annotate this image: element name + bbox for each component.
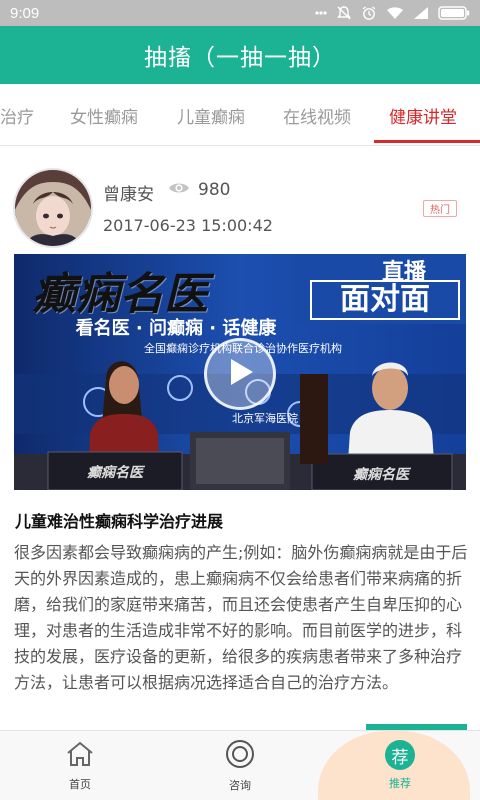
video-bottom-line: 北京军海医院 — [232, 412, 298, 425]
author-name: 曾康安 — [103, 185, 154, 205]
video-big-title: 癫痫名医 — [32, 269, 208, 320]
nav-recommend[interactable]: 荐 推荐 — [320, 731, 480, 800]
nav-consult[interactable]: 咨询 — [160, 731, 320, 800]
tab-child-epilepsy[interactable]: 儿童癫痫 — [177, 84, 245, 145]
alarm-icon — [361, 5, 377, 21]
category-tabs: 治疗 女性癫痫 儿童癫痫 在线视频 健康讲堂 — [0, 84, 480, 146]
battery-icon — [438, 6, 470, 20]
bottom-nav: 首页 咨询 荐 推荐 — [0, 730, 480, 800]
video-tag-bottom: 面对面 — [310, 280, 460, 320]
wifi-icon — [386, 6, 404, 20]
app-header: 抽搐（一抽一抽） — [0, 26, 480, 84]
view-count-value: 980 — [198, 180, 231, 200]
video-thumbnail[interactable]: 癫痫名医 直播 面对面 看名医 · 问癫痫 · 话健康 全国癫痫诊疗机构联合诊治… — [14, 254, 466, 490]
nav-home[interactable]: 首页 — [0, 731, 160, 800]
home-icon — [65, 740, 95, 771]
play-button[interactable] — [204, 338, 276, 410]
video-org-line: 全国癫痫诊疗机构联合诊治协作医疗机构 — [144, 342, 342, 355]
eye-icon — [168, 180, 190, 200]
post-excerpt: 很多因素都会导致癫痫病的产生;例如：脑外伤癫痫病就是由于后天的外界因素造成的，患… — [14, 543, 468, 692]
status-time: 9:09 — [10, 4, 40, 22]
cellular-icon — [413, 6, 429, 20]
tab-treatment[interactable]: 治疗 — [0, 84, 34, 145]
desk-sign-left: 癫痫名医 — [87, 465, 143, 481]
view-count: 980 — [168, 180, 230, 200]
tab-health-lecture[interactable]: 健康讲堂 — [389, 84, 457, 145]
desk-sign-right: 癫痫名医 — [353, 467, 409, 483]
video-sub-title: 看名医 · 问癫痫 · 话健康 — [75, 318, 277, 339]
status-bar: 9:09 — [0, 0, 480, 26]
play-icon — [225, 356, 255, 392]
tab-female-epilepsy[interactable]: 女性癫痫 — [70, 84, 138, 145]
nav-home-label: 首页 — [69, 777, 91, 791]
status-icons — [315, 5, 470, 21]
avatar[interactable] — [13, 168, 93, 248]
post-date: 2017-06-23 15:00:42 — [103, 216, 273, 235]
active-tab-indicator — [374, 140, 480, 143]
nav-consult-label: 咨询 — [229, 778, 251, 792]
nav-recommend-label: 推荐 — [389, 777, 411, 790]
tab-online-video[interactable]: 在线视频 — [283, 84, 351, 145]
hot-badge: 热门 — [423, 200, 457, 217]
mute-icon — [336, 5, 352, 21]
signal-dots-icon — [315, 11, 327, 15]
consult-icon — [225, 739, 255, 772]
recommend-icon: 荐 — [385, 740, 415, 770]
page-title: 抽搐（一抽一抽） — [144, 45, 336, 71]
post-headline[interactable]: 儿童难治性癫痫科学治疗进展 — [15, 508, 223, 532]
